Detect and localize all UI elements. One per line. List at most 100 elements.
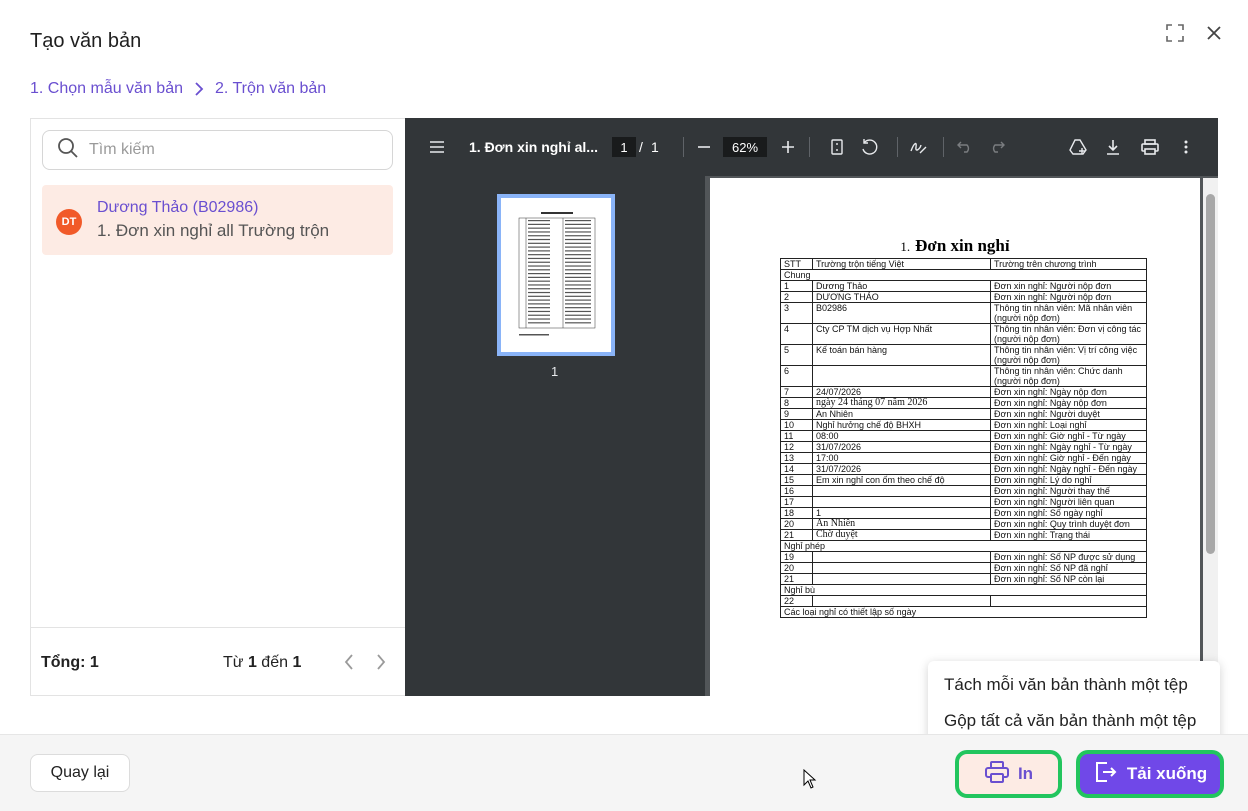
print-button[interactable]: In	[955, 750, 1062, 798]
search-input[interactable]	[89, 141, 369, 159]
chevron-right-icon	[191, 81, 207, 97]
thumbnail-line	[528, 269, 550, 271]
table-cell: 22	[780, 595, 813, 607]
next-page-icon[interactable]	[371, 650, 391, 674]
range-to: 1	[292, 654, 302, 671]
more-options-icon[interactable]	[1176, 137, 1196, 157]
table-cell: Đơn xin nghỉ: Loại nghỉ	[990, 419, 1147, 431]
range-prefix: Từ	[223, 654, 244, 671]
download-button[interactable]: Tải xuống	[1076, 750, 1224, 798]
table-row: Nghỉ bù	[780, 584, 1147, 596]
rotate-icon[interactable]	[859, 137, 879, 157]
page-number-input[interactable]: 1	[612, 137, 636, 157]
zoom-in-icon[interactable]	[778, 137, 798, 157]
thumbnail-line	[565, 307, 591, 309]
drive-save-icon[interactable]	[1068, 137, 1088, 157]
pdf-scrollbar[interactable]	[1203, 178, 1218, 696]
table-header-cell: Trường trộn tiếng Việt	[812, 258, 991, 270]
table-row: 15 Em xin nghỉ con ốm theo chế độ Đơn xin …	[780, 474, 1147, 486]
table-cell: 11	[780, 430, 813, 442]
thumbnail-line	[565, 295, 591, 297]
scrollbar-thumb[interactable]	[1206, 194, 1215, 554]
table-cell: Thông tin nhân viên: Chức danh (người nộ…	[990, 365, 1147, 387]
thumbnail-line	[565, 246, 591, 248]
table-row: 16 Đơn xin nghỉ: Người thay thế	[780, 485, 1147, 497]
thumbnail-line	[565, 288, 591, 290]
fullscreen-icon[interactable]	[1164, 22, 1186, 44]
zoom-level-input[interactable]: 62%	[723, 137, 767, 157]
table-cell: 2	[780, 291, 813, 303]
list-item[interactable]: DT Dương Thảo (B02986) 1. Đơn xin nghỉ a…	[42, 185, 393, 255]
table-section-cell: Nghỉ phép	[780, 540, 1147, 552]
table-cell: 1	[812, 507, 991, 519]
thumbnail-line	[528, 307, 550, 309]
thumbnail-line	[528, 257, 550, 260]
table-cell: 12	[780, 441, 813, 453]
table-row: 12 31/07/2026 Đơn xin nghỉ: Ngày nghỉ - Từ…	[780, 441, 1147, 453]
table-cell: 4	[780, 323, 813, 345]
table-cell: Thông tin nhân viên: Đơn vị công tác (ng…	[990, 323, 1147, 345]
table-cell: Đơn xin nghỉ: Người duyệt	[990, 408, 1147, 420]
thumbnail-line	[528, 220, 550, 222]
thumbnail-line	[528, 227, 550, 229]
fit-page-icon[interactable]	[827, 137, 847, 157]
table-cell: 13	[780, 452, 813, 464]
table-cell: Đơn xin nghỉ: Ngày nộp đơn	[990, 397, 1147, 409]
table-row: Các loại nghỉ có thiết lập số ngày	[780, 606, 1147, 618]
table-cell: Đơn xin nghỉ: Giờ nghỉ - Đến ngày	[990, 452, 1147, 464]
table-cell: B02986	[812, 302, 991, 324]
document-title-text: Đơn xin nghỉ	[915, 236, 1010, 255]
table-row: 17 Đơn xin nghỉ: Người liên quan	[780, 496, 1147, 508]
page-range: Từ 1 đến 1	[223, 654, 301, 672]
print-icon[interactable]	[1140, 137, 1160, 157]
redo-icon[interactable]	[987, 137, 1007, 157]
table-cell: Đơn xin nghỉ: Trạng thái	[990, 529, 1147, 541]
table-cell: Đơn xin nghỉ: Giờ nghỉ - Từ ngày	[990, 430, 1147, 442]
table-row: Nghỉ phép	[780, 540, 1147, 552]
zoom-out-icon[interactable]	[694, 137, 714, 157]
annotate-icon[interactable]	[909, 137, 929, 157]
download-icon[interactable]	[1103, 137, 1123, 157]
table-cell: Cty CP TM dịch vụ Hợp Nhất	[812, 323, 991, 345]
menu-item-merge-files[interactable]: Gộp tất cả văn bản thành một tệp	[944, 711, 1196, 731]
table-cell	[812, 562, 991, 574]
pdf-page: 1. Đơn xin nghỉ STT Trường trộn tiếng Việt…	[710, 178, 1200, 696]
menu-item-split-files[interactable]: Tách mỗi văn bản thành một tệp	[944, 675, 1188, 695]
table-cell: Đơn xin nghỉ: Lý do nghỉ	[990, 474, 1147, 486]
page-thumbnail[interactable]	[497, 194, 615, 356]
list-item-subtitle: 1. Đơn xin nghỉ all Trường trộn	[97, 221, 330, 240]
menu-icon[interactable]	[427, 137, 447, 157]
table-cell: Thông tin nhân viên: Mã nhân viên (người…	[990, 302, 1147, 324]
table-cell: Nghỉ hưởng chế độ BHXH	[812, 419, 991, 431]
thumbnail-line	[565, 254, 591, 256]
merge-field-table: STT Trường trộn tiếng Việt Trường trên chư…	[780, 258, 1147, 618]
thumbnail-line	[565, 242, 591, 244]
breadcrumb-step-1[interactable]: 1. Chọn mẫu văn bản	[30, 80, 183, 98]
table-cell: 31/07/2026	[812, 441, 991, 453]
table-row: 14 31/07/2026 Đơn xin nghỉ: Ngày nghỉ - Đế…	[780, 463, 1147, 475]
table-section-cell: Các loại nghỉ có thiết lập số ngày	[780, 606, 1147, 618]
table-cell: 9	[780, 408, 813, 420]
table-cell: 6	[780, 365, 813, 387]
thumbnail-line	[565, 250, 591, 252]
thumbnail-line	[528, 314, 550, 316]
prev-page-icon[interactable]	[339, 650, 359, 674]
table-cell: Đơn xin nghỉ: Số NP còn lại	[990, 573, 1147, 585]
undo-icon[interactable]	[955, 137, 975, 157]
table-header-row: STT Trường trộn tiếng Việt Trường trên chư…	[780, 258, 1147, 270]
table-header-cell: Trường trên chương trình	[990, 258, 1147, 270]
table-cell: 31/07/2026	[812, 463, 991, 475]
close-icon[interactable]	[1203, 22, 1225, 44]
toolbar-divider	[897, 137, 898, 157]
avatar: DT	[56, 209, 82, 235]
thumbnail-line	[528, 242, 550, 244]
thumbnail-sidebar: 1	[405, 176, 705, 696]
table-row: 21 Chờ duyệt Đơn xin nghỉ: Trạng thái	[780, 529, 1147, 541]
toolbar-divider	[683, 137, 684, 157]
thumbnail-line	[528, 295, 550, 297]
export-icon	[1093, 760, 1117, 789]
search-box[interactable]	[42, 130, 393, 170]
back-button[interactable]: Quay lại	[30, 754, 130, 792]
breadcrumb-step-2[interactable]: 2. Trộn văn bản	[215, 80, 326, 98]
table-cell: 1	[780, 280, 813, 292]
